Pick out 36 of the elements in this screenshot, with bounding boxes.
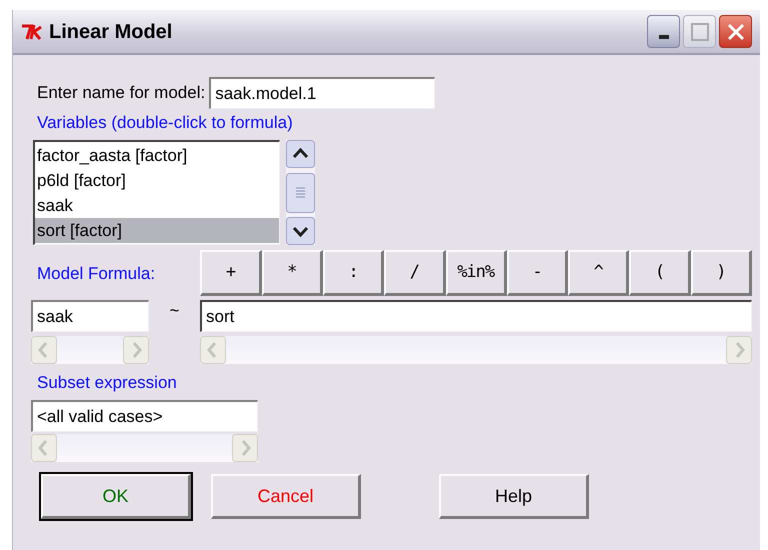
variables-label: Variables (double-click to formula) [36, 112, 294, 134]
subset-expression-label: Subset expression [36, 372, 178, 394]
subset-expression-field[interactable]: <all valid cases> [31, 400, 258, 432]
scroll-thumb-icon[interactable] [286, 172, 315, 212]
tk-logo-icon [21, 22, 45, 40]
vertical-scrollbar[interactable] [286, 140, 315, 245]
operator-button[interactable]: : [322, 250, 384, 296]
operator-button[interactable]: %in% [446, 250, 507, 296]
maximize-icon [690, 22, 708, 40]
horizontal-scrollbar[interactable] [200, 336, 752, 364]
minimize-button[interactable] [647, 15, 680, 48]
operator-button[interactable]: + [200, 250, 262, 296]
predictors-field[interactable]: sort [200, 300, 752, 332]
variable-item[interactable]: p6ld [factor] [35, 168, 279, 193]
variable-item[interactable]: saak [35, 193, 279, 218]
variable-item[interactable]: sort [factor] [35, 218, 279, 243]
close-icon [726, 22, 744, 40]
operator-button[interactable]: * [262, 250, 323, 296]
close-button[interactable] [719, 15, 752, 48]
dialog-button[interactable]: Help [439, 474, 589, 519]
tilde-label: ~ [168, 300, 180, 322]
response-field[interactable]: saak [31, 300, 149, 332]
model-name-label: Enter name for model: [37, 82, 206, 104]
horizontal-scrollbar[interactable] [31, 434, 258, 462]
variable-item[interactable]: factor_aasta [factor] [35, 143, 279, 168]
operator-button[interactable]: - [506, 250, 568, 296]
minimize-icon [658, 35, 668, 39]
operator-button[interactable]: ( [629, 250, 691, 296]
model-name-field[interactable]: saak.model.1 [209, 77, 436, 109]
dialog-button[interactable]: OK [41, 474, 191, 519]
horizontal-scrollbar[interactable] [31, 336, 149, 364]
operator-button[interactable]: ^ [568, 250, 630, 296]
operator-button[interactable]: ) [690, 250, 752, 296]
window-title: Linear Model [49, 20, 172, 44]
operator-button[interactable]: / [384, 250, 446, 296]
model-formula-label: Model Formula: [36, 262, 156, 284]
